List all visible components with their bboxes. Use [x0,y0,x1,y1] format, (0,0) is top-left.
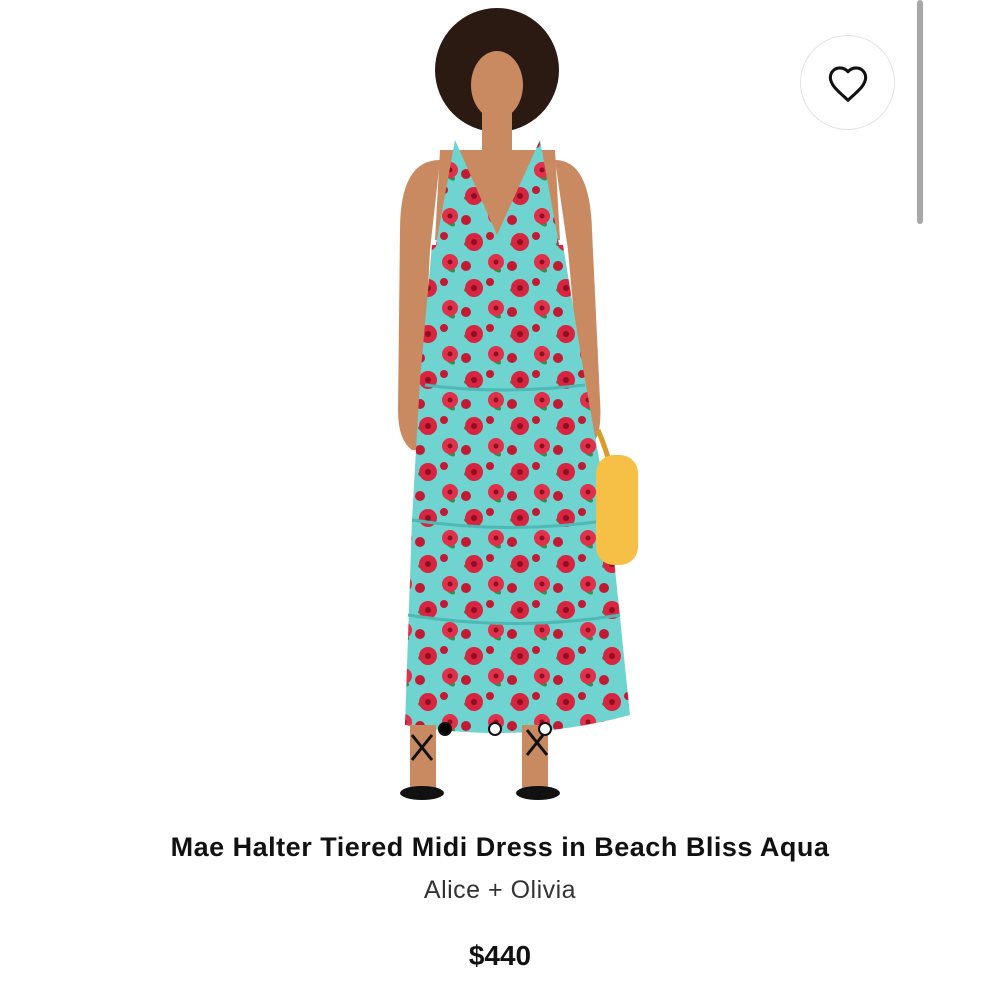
carousel-dot-2[interactable] [488,722,502,736]
scrollbar[interactable] [917,0,923,224]
carousel-dot-1[interactable] [438,722,452,736]
product-brand[interactable]: Alice + Olivia [0,876,1000,905]
product-title: Mae Halter Tiered Midi Dress in Beach Bl… [170,832,830,862]
favorite-button[interactable] [800,35,895,130]
carousel-indicator [438,722,552,736]
heart-outline-icon [828,65,867,102]
product-image[interactable] [300,0,700,815]
carousel-dot-3[interactable] [538,722,552,736]
product-detail-page: Mae Halter Tiered Midi Dress in Beach Bl… [0,0,1000,1000]
product-price: $440 [468,940,532,971]
